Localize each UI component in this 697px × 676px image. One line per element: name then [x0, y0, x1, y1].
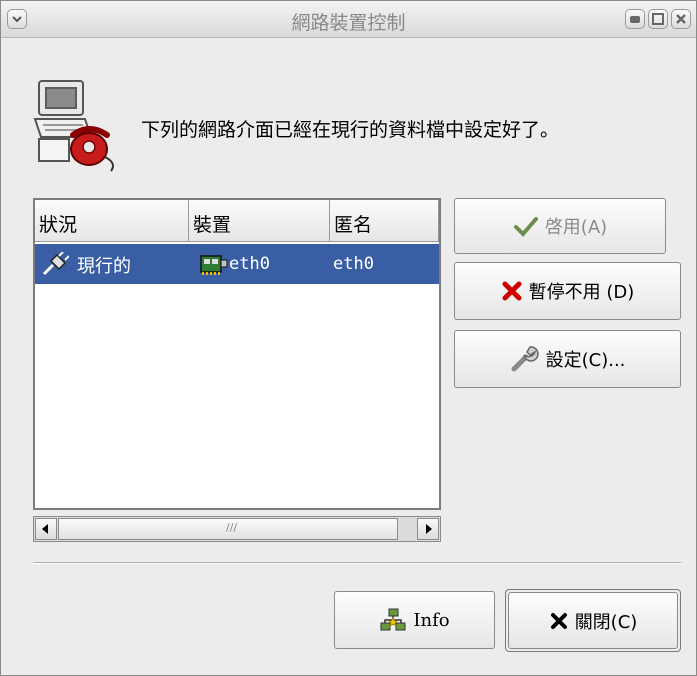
red-x-icon — [502, 281, 522, 301]
separator — [33, 562, 681, 564]
column-header-nickname[interactable]: 匿名 — [330, 200, 439, 242]
black-x-icon — [550, 612, 567, 629]
scroll-left-button[interactable] — [35, 518, 57, 540]
deactivate-label: 暫停不用 (D) — [528, 282, 635, 303]
column-header-status[interactable]: 狀況 — [35, 200, 189, 242]
close-button[interactable]: 關閉(C) — [508, 592, 678, 649]
window-title: 網路裝置控制 — [291, 12, 406, 34]
column-header-label: 狀況 — [39, 214, 78, 236]
close-icon — [676, 14, 686, 24]
device-list[interactable]: 狀況 裝置 匿名 現行的 eth0 eth0 — [33, 198, 441, 510]
configure-button[interactable]: 設定(C)... — [454, 330, 681, 388]
close-label: 關閉(C) — [574, 611, 638, 633]
maximize-button[interactable] — [648, 9, 668, 29]
info-button[interactable]: Info — [334, 591, 495, 649]
info-message: 下列的網路介面已經在現行的資料檔中設定好了。 — [141, 119, 560, 141]
scroll-right-button[interactable] — [417, 518, 439, 540]
device-cell: eth0 — [229, 254, 270, 274]
activate-button[interactable]: 啓用(A) — [454, 198, 666, 254]
checkmark-icon — [513, 217, 538, 237]
wrench-icon — [511, 346, 539, 372]
network-stars-icon — [380, 608, 406, 631]
horizontal-scrollbar[interactable]: /// — [33, 516, 441, 542]
arrow-left-icon — [42, 524, 48, 534]
deactivate-button[interactable]: 暫停不用 (D) — [454, 262, 681, 320]
minimize-icon — [630, 16, 640, 23]
computer-phone-icon — [31, 79, 126, 174]
arrow-right-icon — [426, 524, 432, 534]
network-card-icon — [200, 254, 228, 276]
maximize-icon — [652, 13, 664, 25]
info-label: Info — [413, 609, 450, 631]
column-header-label: 匿名 — [334, 214, 373, 236]
column-header-device[interactable]: 裝置 — [189, 200, 330, 242]
scrollbar-grip: /// — [226, 521, 238, 534]
nickname-cell: eth0 — [333, 254, 374, 274]
close-window-button[interactable] — [671, 9, 691, 29]
plug-connected-icon — [41, 252, 69, 276]
scrollbar-thumb[interactable]: /// — [58, 518, 398, 540]
minimize-button[interactable] — [625, 9, 645, 29]
titlebar: 網路裝置控制 — [1, 1, 696, 38]
network-device-control-window: 網路裝置控制 下列的網路介面已經在現行的資料檔中設定好了。 狀況 裝置 匿名 現… — [0, 0, 697, 676]
table-row[interactable]: 現行的 eth0 eth0 — [35, 244, 439, 284]
activate-label: 啓用(A) — [544, 217, 608, 238]
column-header-label: 裝置 — [193, 214, 232, 236]
status-cell: 現行的 — [77, 256, 131, 277]
configure-label: 設定(C)... — [545, 350, 626, 371]
